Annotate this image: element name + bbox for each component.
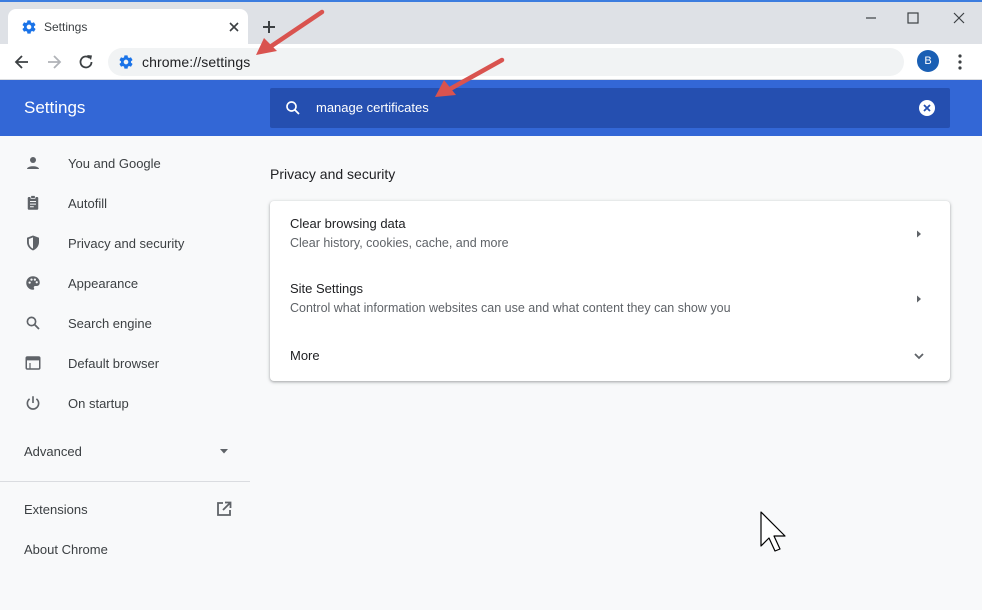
reload-icon[interactable] — [76, 52, 96, 72]
browser-titlebar: Settings — [0, 0, 982, 46]
sidebar-item-label: Appearance — [68, 276, 139, 291]
sidebar-item-privacy-and-security[interactable]: Privacy and security — [0, 223, 250, 263]
power-icon — [26, 396, 40, 410]
sidebar-item-label: Privacy and security — [68, 236, 185, 251]
row-subtitle: Control what information websites can us… — [290, 301, 731, 315]
row-more[interactable]: More — [270, 331, 950, 381]
sidebar-item-label: Autofill — [68, 196, 108, 211]
maximize-icon[interactable] — [902, 7, 924, 29]
address-bar[interactable]: chrome://settings — [108, 48, 904, 76]
sidebar-item-label: You and Google — [68, 156, 161, 171]
browser-window-icon — [25, 356, 41, 370]
privacy-security-card: Clear browsing data Clear history, cooki… — [270, 201, 950, 381]
clipboard-icon — [27, 195, 39, 210]
back-arrow-icon[interactable] — [12, 52, 32, 72]
sidebar-item-advanced[interactable]: Advanced — [0, 431, 250, 471]
settings-header: Settings manage certificates — [0, 80, 982, 136]
row-title: Site Settings — [290, 281, 363, 296]
gear-icon — [22, 20, 36, 34]
tab-title: Settings — [44, 20, 88, 34]
more-vert-icon[interactable] — [950, 52, 970, 72]
palette-icon — [26, 276, 40, 290]
row-subtitle: Clear history, cookies, cache, and more — [290, 236, 509, 250]
profile-avatar[interactable]: B — [917, 50, 939, 72]
page-title: Settings — [24, 98, 86, 117]
gear-icon — [119, 55, 133, 69]
sidebar-item-you-and-google[interactable]: You and Google — [0, 143, 250, 183]
url-text: chrome://settings — [142, 54, 251, 70]
sidebar-item-on-startup[interactable]: On startup — [0, 383, 250, 423]
extensions-label: Extensions — [24, 502, 88, 517]
open-in-new-icon — [217, 501, 232, 516]
chevron-down-icon — [914, 353, 924, 360]
sidebar-item-search-engine[interactable]: Search engine — [0, 303, 250, 343]
search-input[interactable]: manage certificates — [316, 100, 429, 115]
person-icon — [27, 157, 39, 169]
sidebar-item-label: On startup — [68, 396, 129, 411]
more-label: More — [290, 348, 320, 363]
sidebar-item-autofill[interactable]: Autofill — [0, 183, 250, 223]
browser-toolbar: chrome://settings B — [0, 44, 982, 80]
sidebar-item-label: Default browser — [68, 356, 160, 371]
mouse-cursor-icon — [760, 511, 786, 552]
sidebar-item-appearance[interactable]: Appearance — [0, 263, 250, 303]
sidebar-item-about-chrome[interactable]: About Chrome — [0, 528, 250, 568]
settings-search-box[interactable]: manage certificates — [270, 88, 950, 128]
sidebar-item-label: Search engine — [68, 316, 152, 331]
advanced-label: Advanced — [24, 444, 82, 459]
close-tab-icon[interactable] — [226, 19, 242, 35]
row-title: Clear browsing data — [290, 216, 406, 231]
settings-sidebar: You and Google Autofill Privacy and secu… — [0, 136, 250, 610]
sidebar-item-default-browser[interactable]: Default browser — [0, 343, 250, 383]
row-site-settings[interactable]: Site Settings Control what information w… — [270, 266, 950, 331]
shield-icon — [27, 235, 39, 251]
new-tab-icon[interactable] — [259, 17, 279, 37]
chevron-right-icon — [917, 230, 921, 238]
search-icon — [26, 316, 40, 330]
section-title: Privacy and security — [270, 166, 396, 182]
about-chrome-label: About Chrome — [24, 542, 108, 557]
minimize-icon[interactable] — [860, 7, 882, 29]
tab-settings[interactable]: Settings — [8, 9, 248, 46]
chevron-right-icon — [917, 295, 921, 303]
dropdown-arrow-icon — [220, 449, 228, 454]
search-icon — [286, 101, 300, 115]
close-window-icon[interactable] — [948, 7, 970, 29]
sidebar-divider — [0, 481, 250, 482]
sidebar-item-extensions[interactable]: Extensions — [0, 488, 250, 528]
clear-search-icon[interactable] — [918, 99, 936, 117]
forward-arrow-icon[interactable] — [44, 52, 64, 72]
row-clear-browsing-data[interactable]: Clear browsing data Clear history, cooki… — [270, 201, 950, 266]
